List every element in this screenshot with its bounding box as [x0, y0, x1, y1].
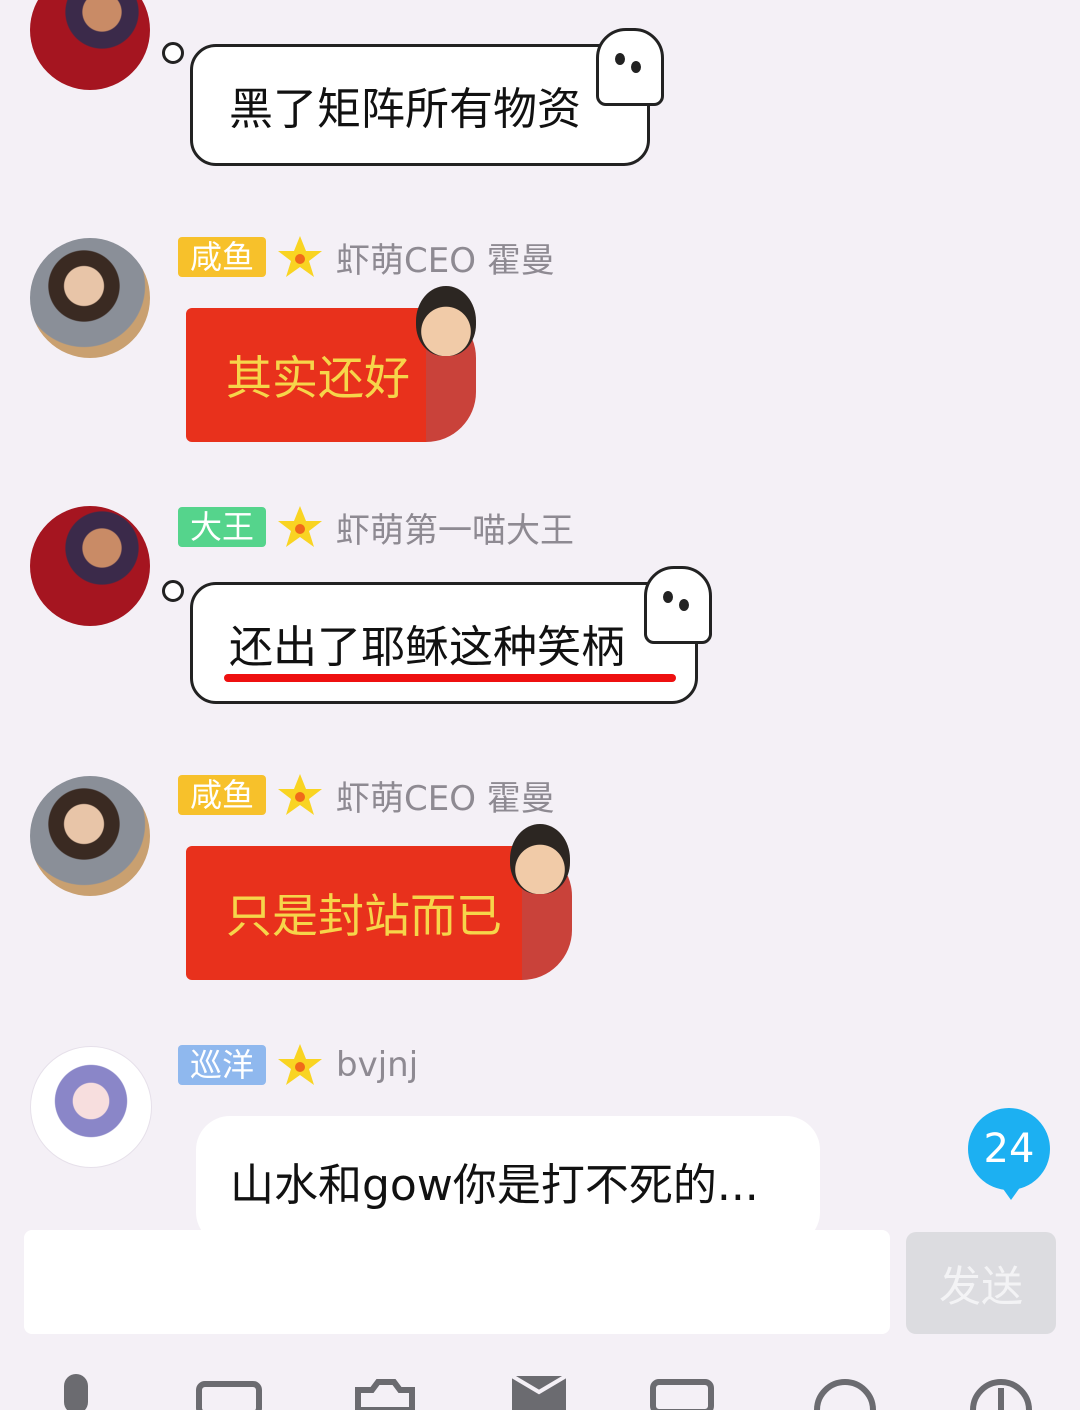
- message-bubble[interactable]: 只是封站而已: [186, 846, 522, 980]
- camera-icon[interactable]: [352, 1370, 418, 1410]
- avatar[interactable]: [30, 776, 150, 896]
- message-text: 其实还好: [226, 351, 410, 405]
- ghost-decoration-icon: [644, 566, 712, 644]
- message-bubble[interactable]: 其实还好: [186, 308, 426, 442]
- unread-count-badge[interactable]: 24: [968, 1108, 1050, 1200]
- sender-meta: 大王 虾萌第一喵大王: [178, 506, 574, 551]
- sender-name[interactable]: 虾萌CEO 霍曼: [336, 233, 555, 282]
- sender-meta: 巡洋 bvjnj: [178, 1044, 418, 1086]
- mic-icon[interactable]: [46, 1370, 112, 1410]
- avatar[interactable]: [30, 506, 150, 626]
- unread-count: 24: [983, 1126, 1035, 1172]
- gif-icon[interactable]: [650, 1370, 716, 1410]
- send-button-label: 发送: [938, 1261, 1023, 1311]
- sender-meta: 咸鱼 虾萌CEO 霍曼: [178, 236, 555, 281]
- star-icon: [278, 236, 323, 277]
- sender-name[interactable]: bvjnj: [336, 1045, 418, 1085]
- rank-badge: 巡洋: [178, 1045, 267, 1085]
- sender-meta: 咸鱼 虾萌CEO 霍曼: [178, 774, 555, 819]
- star-icon: [278, 1044, 323, 1085]
- avatar[interactable]: [30, 238, 150, 358]
- message-bubble[interactable]: 还出了耶稣这种笑柄: [190, 582, 698, 704]
- image-icon[interactable]: [196, 1370, 262, 1410]
- bubble-tail: [162, 42, 184, 64]
- message-text: 还出了耶稣这种笑柄: [229, 622, 625, 673]
- ghost-decoration-icon: [596, 28, 664, 106]
- star-icon: [278, 774, 323, 815]
- message-bubble[interactable]: 黑了矩阵所有物资: [190, 44, 650, 166]
- avatar[interactable]: [30, 0, 150, 90]
- message-text: 山水和gow你是打不死的...: [230, 1160, 759, 1211]
- sticker-face-icon: [510, 824, 570, 894]
- rank-badge: 咸鱼: [178, 775, 267, 815]
- sticker-face-icon: [416, 286, 476, 356]
- bubble-tail: [162, 580, 184, 602]
- message-bubble[interactable]: 山水和gow你是打不死的...: [196, 1116, 820, 1246]
- avatar[interactable]: [30, 1046, 152, 1168]
- emoji-icon[interactable]: [812, 1370, 878, 1410]
- more-icon[interactable]: [968, 1370, 1034, 1410]
- star-icon: [278, 506, 323, 547]
- message-input[interactable]: [24, 1230, 890, 1334]
- sender-name[interactable]: 虾萌第一喵大王: [336, 503, 574, 552]
- message-text: 黑了矩阵所有物资: [229, 84, 581, 135]
- sender-name[interactable]: 虾萌CEO 霍曼: [336, 771, 555, 820]
- rank-badge: 大王: [178, 507, 267, 547]
- message-text: 只是封站而已: [226, 889, 502, 943]
- rank-badge: 咸鱼: [178, 237, 267, 277]
- redpacket-icon[interactable]: [506, 1370, 572, 1410]
- text-underline: [224, 674, 676, 682]
- send-button[interactable]: 发送: [906, 1232, 1056, 1334]
